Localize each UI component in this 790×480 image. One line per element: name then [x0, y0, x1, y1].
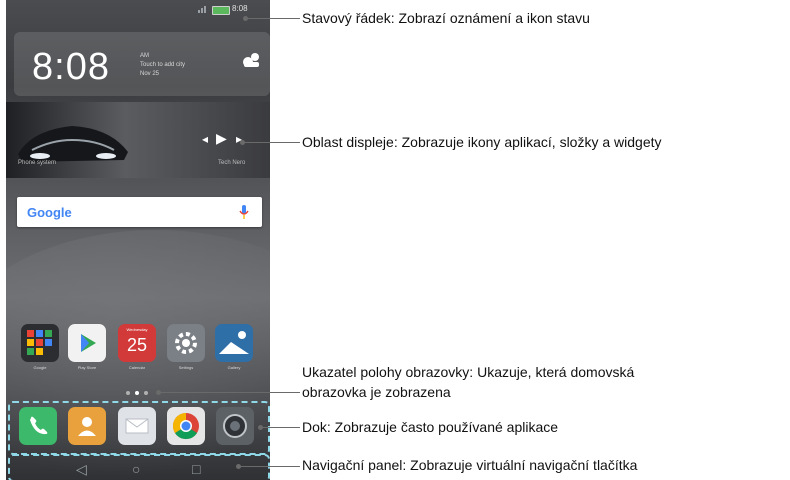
page-dot-active [135, 391, 139, 395]
recents-icon[interactable]: □ [192, 461, 200, 477]
battery-icon [212, 6, 230, 15]
app-label-settings: Settings [178, 365, 194, 370]
play-icon[interactable]: ▶ [216, 130, 227, 147]
callout-dock: Dok: Zobrazuje často používané aplikace [302, 419, 559, 435]
app-label-play-store: Play Store [77, 365, 97, 370]
song-title: Phone system [18, 160, 57, 166]
leader-line [244, 142, 300, 143]
clock-time: 8:08 [32, 46, 110, 88]
clock-ampm: AM [140, 53, 149, 59]
calendar-icon[interactable]: Wednesday 25 [118, 324, 156, 362]
google-folder-icon[interactable] [21, 324, 59, 362]
leader-line [160, 392, 300, 393]
messages-icon[interactable] [118, 407, 156, 445]
phone-app-icon[interactable] [19, 407, 57, 445]
camera-icon[interactable] [216, 407, 254, 445]
calendar-date: 25 [126, 335, 148, 355]
clock-info: AM Touch to add city Nov 25 [140, 52, 185, 79]
play-store-icon[interactable] [68, 324, 106, 362]
leader-line [247, 18, 300, 19]
weather-icon [243, 53, 259, 67]
callout-indicator-line1: Ukazatel polohy obrazovky: Ukazuje, kter… [302, 364, 635, 380]
app-label-gallery: Gallery [227, 365, 241, 370]
clock-date: Nov 25 [140, 71, 160, 77]
callout-status-bar: Stavový řádek: Zobrazí oznámení a ikon s… [302, 10, 590, 26]
status-bar: 8:08 [6, 0, 270, 20]
signal-icon [198, 6, 208, 13]
phone-screen: 8:08 8:08 AM Touch to add city Nov 25 ◂ … [6, 0, 270, 480]
music-widget[interactable]: ◂ ▶ ▸ Phone system Tech Nero [6, 102, 270, 178]
callout-nav-bar: Navigační panel: Zobrazuje virtuální nav… [302, 457, 638, 473]
leader-line [240, 466, 300, 467]
home-icon[interactable]: ○ [132, 461, 140, 477]
callout-indicator-line2: obrazovka je zobrazena [302, 384, 451, 400]
back-icon[interactable]: ◁ [76, 461, 87, 478]
mic-icon[interactable] [239, 204, 249, 220]
page-dot [144, 391, 148, 395]
status-time: 8:08 [232, 4, 248, 13]
clock-weather-widget[interactable]: 8:08 AM Touch to add city Nov 25 [14, 32, 270, 96]
callout-display-area: Oblast displeje: Zobrazuje ikony aplikac… [302, 134, 662, 150]
app-label-calendar: Calendar [128, 365, 146, 370]
contacts-icon[interactable] [68, 407, 106, 445]
gallery-icon[interactable] [215, 324, 253, 362]
app-label-google: Google [33, 365, 47, 370]
page-dot [126, 391, 130, 395]
calendar-day: Wednesday [126, 327, 148, 332]
settings-icon[interactable] [167, 324, 205, 362]
previous-icon[interactable]: ◂ [202, 132, 208, 146]
leader-line [262, 427, 300, 428]
google-search-bar[interactable]: Google [17, 197, 262, 227]
page-indicator [126, 391, 148, 395]
song-artist: Tech Nero [218, 160, 246, 166]
google-logo: Google [27, 205, 72, 220]
clock-city: Touch to add city [140, 62, 186, 68]
chrome-icon[interactable] [167, 407, 205, 445]
